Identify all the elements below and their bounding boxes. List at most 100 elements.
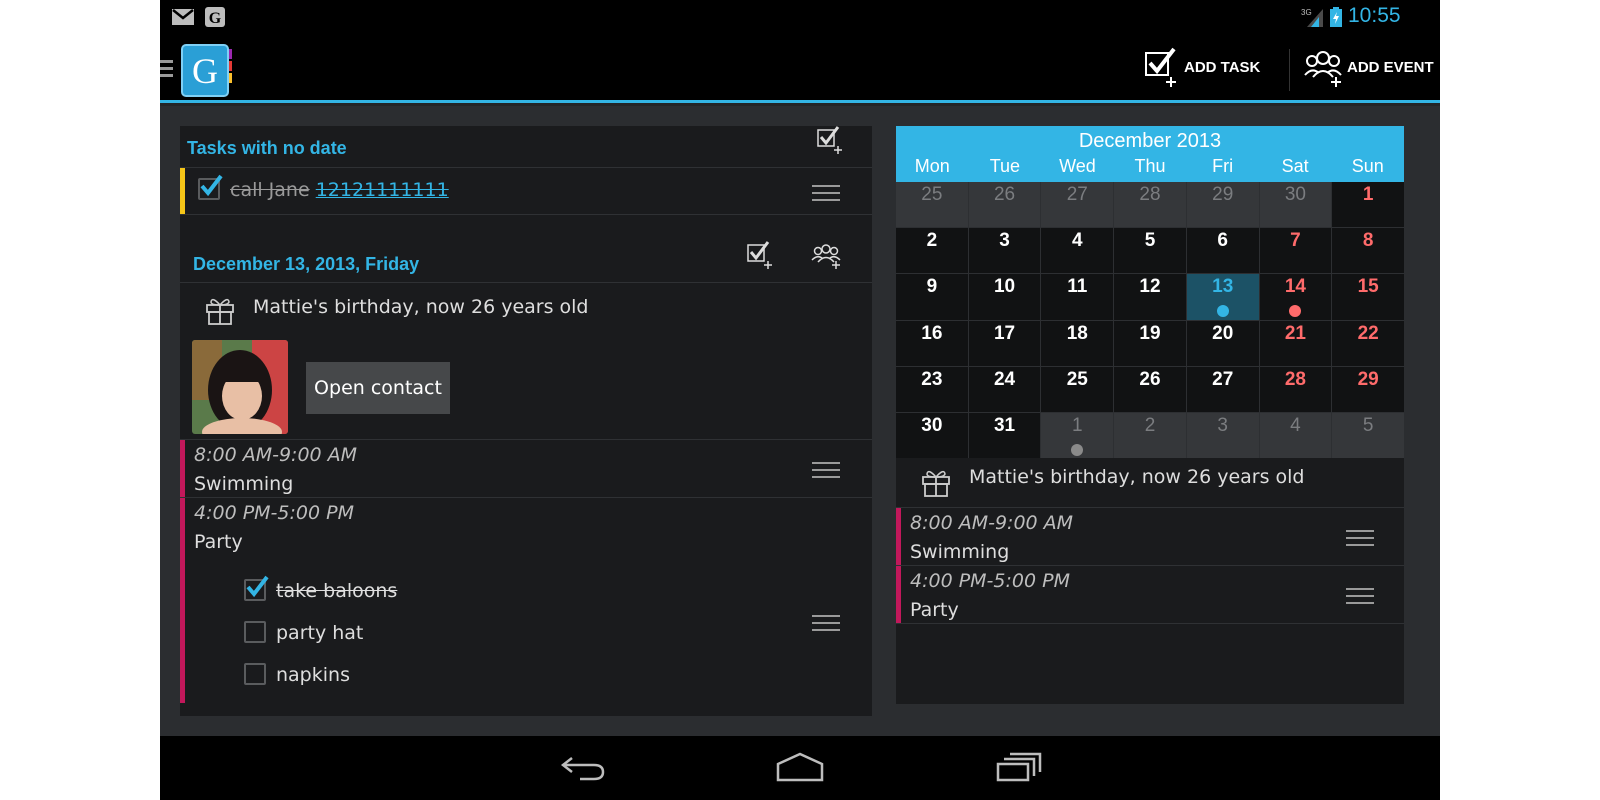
calendar-day[interactable]: 1 — [1332, 182, 1404, 228]
calendar-day-number: 29 — [1357, 368, 1379, 390]
event-row[interactable]: 4:00 PM-5:00 PM Party take baloons party… — [180, 498, 872, 708]
calendar-day[interactable]: 6 — [1186, 228, 1259, 274]
calendar-day[interactable]: 9 — [896, 274, 968, 320]
calendar-day[interactable]: 4 — [1259, 412, 1332, 458]
calendar-day[interactable]: 18 — [1041, 320, 1114, 366]
event-row[interactable]: 4:00 PM-5:00 PM Party — [896, 566, 1404, 623]
calendar-day[interactable]: 30 — [896, 412, 968, 458]
calendar-day-selected[interactable]: 13 — [1186, 274, 1259, 320]
open-contact-button[interactable]: Open contact — [306, 362, 450, 414]
add-task-icon[interactable] — [746, 241, 774, 269]
add-event-button[interactable]: ADD EVENT — [1303, 45, 1434, 89]
checkmark-icon — [246, 575, 269, 598]
divider — [180, 282, 872, 283]
gmail-icon — [172, 9, 194, 25]
calendar-day-number: 17 — [993, 322, 1016, 344]
calendar-day[interactable]: 10 — [968, 274, 1041, 320]
weekday-label: Sun — [1351, 156, 1384, 176]
task-phone-link[interactable]: 12121111111 — [316, 179, 449, 201]
action-divider — [1289, 49, 1290, 91]
navigation-bar — [160, 736, 1440, 800]
calendar-day[interactable]: 5 — [1332, 412, 1404, 458]
calendar-day[interactable]: 17 — [968, 320, 1041, 366]
calendar-day[interactable]: 31 — [968, 412, 1041, 458]
calendar-month-title[interactable]: December 2013 — [896, 130, 1404, 153]
calendar-day[interactable]: 1 — [1041, 412, 1114, 458]
subtask-checkbox[interactable] — [244, 621, 266, 643]
event-color-bar — [896, 566, 901, 623]
drag-handle-icon[interactable] — [812, 185, 840, 201]
calendar-day[interactable]: 29 — [1186, 182, 1259, 228]
add-task-icon[interactable] — [816, 126, 844, 154]
status-clock: 10:55 — [1348, 4, 1401, 27]
drawer-menu-icon[interactable] — [160, 58, 173, 78]
calendar-day-number: 24 — [993, 368, 1016, 390]
calendar-day[interactable]: 12 — [1114, 274, 1186, 320]
home-icon[interactable] — [776, 752, 824, 782]
drag-handle-icon[interactable] — [1346, 588, 1374, 604]
add-task-icon — [1145, 47, 1176, 87]
calendar-day-number: 1 — [1071, 414, 1083, 436]
calendar-day-number: 22 — [1357, 322, 1379, 344]
calendar-day[interactable]: 7 — [1259, 228, 1332, 274]
calendar-day[interactable]: 3 — [1186, 412, 1259, 458]
weekday-label: Thu — [1134, 156, 1166, 176]
subtask-checkbox[interactable] — [244, 663, 266, 685]
calendar-day[interactable]: 8 — [1332, 228, 1404, 274]
calendar-day[interactable]: 15 — [1332, 274, 1404, 320]
calendar-day[interactable]: 16 — [896, 320, 968, 366]
calendar-day-number: 3 — [999, 230, 1010, 252]
calendar-day-number: 5 — [1362, 414, 1374, 436]
back-icon[interactable] — [560, 754, 606, 782]
calendar-day[interactable]: 25 — [1041, 366, 1114, 412]
calendar-day[interactable]: 28 — [1259, 366, 1332, 412]
calendar-day[interactable]: 5 — [1114, 228, 1186, 274]
calendar-day[interactable]: 24 — [968, 366, 1041, 412]
month-panel: December 2013 Mon Tue Wed Thu Fri Sat Su… — [896, 126, 1404, 704]
calendar-day[interactable]: 22 — [1332, 320, 1404, 366]
subtask-text: napkins — [276, 664, 350, 686]
action-bar: G ADD TASK ADD EVENT — [160, 33, 1440, 103]
calendar-day[interactable]: 4 — [1041, 228, 1114, 274]
add-event-icon[interactable] — [810, 241, 842, 269]
svg-text:G: G — [192, 51, 218, 91]
calendar-day[interactable]: 20 — [1186, 320, 1259, 366]
signal-3g-icon: 3G — [1301, 8, 1323, 27]
calendar-day[interactable]: 11 — [1041, 274, 1114, 320]
g-calendar-app-icon[interactable]: G — [180, 43, 235, 98]
calendar-day[interactable]: 14 — [1259, 274, 1332, 320]
calendar-day[interactable]: 26 — [1114, 366, 1186, 412]
subtask-checkbox[interactable] — [244, 575, 269, 601]
calendar-day-number: 25 — [921, 184, 943, 205]
network-type-label: 3G — [1301, 8, 1312, 17]
contact-photo[interactable] — [192, 340, 288, 434]
calendar-day[interactable]: 27 — [1041, 182, 1114, 228]
event-row[interactable]: 8:00 AM-9:00 AM Swimming — [896, 508, 1404, 565]
drag-handle-icon[interactable] — [812, 462, 840, 478]
calendar-day-number: 29 — [1212, 184, 1234, 205]
calendar-day[interactable]: 19 — [1114, 320, 1186, 366]
calendar-day[interactable]: 29 — [1332, 366, 1404, 412]
birthday-text: Mattie's birthday, now 26 years old — [253, 296, 589, 318]
event-color-bar — [180, 498, 185, 703]
add-task-button[interactable]: ADD TASK — [1144, 45, 1260, 89]
event-row[interactable]: 8:00 AM-9:00 AM Swimming — [180, 440, 872, 497]
recent-apps-icon[interactable] — [996, 752, 1042, 782]
calendar-day[interactable]: 21 — [1259, 320, 1332, 366]
calendar-day[interactable]: 3 — [968, 228, 1041, 274]
calendar-day[interactable]: 23 — [896, 366, 968, 412]
agenda-panel: Tasks with no date call Jane 12121111111 — [180, 126, 872, 716]
calendar-day[interactable]: 25 — [896, 182, 968, 228]
calendar-day-number: 4 — [1290, 414, 1301, 436]
calendar-day[interactable]: 26 — [968, 182, 1041, 228]
task-checkbox[interactable] — [198, 174, 223, 200]
calendar-day[interactable]: 27 — [1186, 366, 1259, 412]
calendar-day[interactable]: 30 — [1259, 182, 1332, 228]
calendar-day[interactable]: 28 — [1114, 182, 1186, 228]
calendar-day[interactable]: 2 — [896, 228, 968, 274]
drag-handle-icon[interactable] — [1346, 530, 1374, 546]
birthday-text: Mattie's birthday, now 26 years old — [969, 466, 1305, 488]
drag-handle-icon[interactable] — [812, 615, 840, 631]
task-row[interactable]: call Jane 12121111111 — [180, 168, 872, 214]
calendar-day[interactable]: 2 — [1114, 412, 1186, 458]
